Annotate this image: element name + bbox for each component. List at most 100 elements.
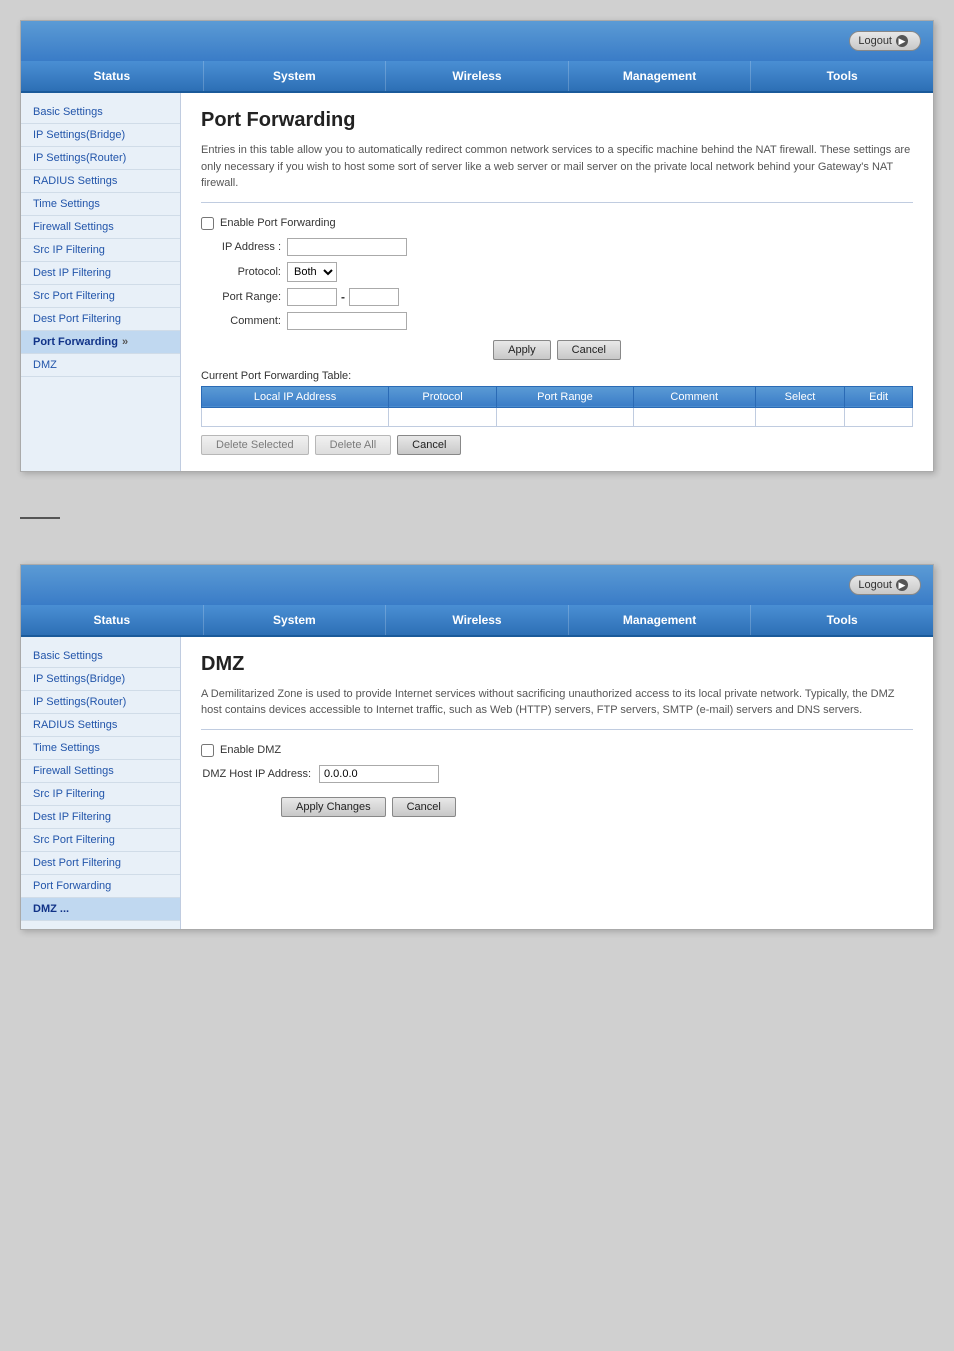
- sidebar-src-port-1[interactable]: Src Port Filtering: [21, 285, 180, 308]
- cancel-table-button[interactable]: Cancel: [397, 435, 461, 455]
- enable-port-forwarding-checkbox[interactable]: [201, 217, 214, 230]
- dmz-host-row: DMZ Host IP Address:: [201, 765, 913, 783]
- sidebar-dest-ip-2[interactable]: Dest IP Filtering: [21, 806, 180, 829]
- port-range-start-input[interactable]: [287, 288, 337, 306]
- sidebar-firewall-1[interactable]: Firewall Settings: [21, 216, 180, 239]
- enable-port-forwarding-label: Enable Port Forwarding: [220, 217, 336, 229]
- apply-button-1[interactable]: Apply: [493, 340, 551, 360]
- nav-system-2[interactable]: System: [204, 605, 387, 635]
- sidebar-src-port-2[interactable]: Src Port Filtering: [21, 829, 180, 852]
- nav-bar-1: Status System Wireless Management Tools: [21, 61, 933, 93]
- page-desc-2: A Demilitarized Zone is used to provide …: [201, 686, 913, 730]
- sidebar-dmz-1[interactable]: DMZ: [21, 354, 180, 377]
- enable-dmz-checkbox[interactable]: [201, 744, 214, 757]
- protocol-label: Protocol:: [201, 266, 281, 278]
- col-port-range: Port Range: [497, 386, 634, 407]
- delete-selected-button[interactable]: Delete Selected: [201, 435, 309, 455]
- panel-header-1: Logout ▶: [21, 21, 933, 61]
- nav-management-1[interactable]: Management: [569, 61, 752, 91]
- page-desc-1: Entries in this table allow you to autom…: [201, 142, 913, 203]
- sidebar-dest-ip-1[interactable]: Dest IP Filtering: [21, 262, 180, 285]
- form-btn-row-2: Apply Changes Cancel: [201, 797, 913, 817]
- port-range-label: Port Range:: [201, 291, 281, 303]
- panel-body-2: Basic Settings IP Settings(Bridge) IP Se…: [21, 637, 933, 929]
- cancel-button-2[interactable]: Cancel: [392, 797, 456, 817]
- logout-label-2: Logout: [858, 579, 892, 591]
- port-range-end-input[interactable]: [349, 288, 399, 306]
- main-content-2: DMZ A Demilitarized Zone is used to prov…: [181, 637, 933, 929]
- sidebar-firewall-2[interactable]: Firewall Settings: [21, 760, 180, 783]
- col-edit: Edit: [845, 386, 913, 407]
- port-forwarding-table: Local IP Address Protocol Port Range Com…: [201, 386, 913, 427]
- table-section-1: Current Port Forwarding Table: Local IP …: [201, 370, 913, 455]
- ip-address-input[interactable]: [287, 238, 407, 256]
- comment-label: Comment:: [201, 315, 281, 327]
- page-title-2: DMZ: [201, 653, 913, 676]
- sidebar-ip-router-2[interactable]: IP Settings(Router): [21, 691, 180, 714]
- sidebar-port-forwarding-2[interactable]: Port Forwarding: [21, 875, 180, 898]
- dmz-host-input[interactable]: [319, 765, 439, 783]
- enable-dmz-row: Enable DMZ: [201, 744, 913, 757]
- panel-body-1: Basic Settings IP Settings(Bridge) IP Se…: [21, 93, 933, 471]
- apply-changes-button[interactable]: Apply Changes: [281, 797, 386, 817]
- protocol-select[interactable]: Both TCP UDP: [287, 262, 337, 282]
- sidebar-ip-router-1[interactable]: IP Settings(Router): [21, 147, 180, 170]
- port-range-inputs: -: [287, 288, 399, 306]
- enable-checkbox-row-1: Enable Port Forwarding: [201, 217, 913, 230]
- sidebar-src-ip-2[interactable]: Src IP Filtering: [21, 783, 180, 806]
- ip-address-row: IP Address :: [201, 238, 913, 256]
- sidebar-ip-bridge-1[interactable]: IP Settings(Bridge): [21, 124, 180, 147]
- table-btn-row-1: Delete Selected Delete All Cancel: [201, 435, 913, 455]
- sidebar-basic-settings-1[interactable]: Basic Settings: [21, 101, 180, 124]
- nav-wireless-1[interactable]: Wireless: [386, 61, 569, 91]
- logout-button-2[interactable]: Logout ▶: [849, 575, 921, 595]
- nav-system-1[interactable]: System: [204, 61, 387, 91]
- port-dash: -: [341, 290, 345, 304]
- sidebar-radius-1[interactable]: RADIUS Settings: [21, 170, 180, 193]
- panel-header-2: Logout ▶: [21, 565, 933, 605]
- page-title-1: Port Forwarding: [201, 109, 913, 132]
- nav-tools-1[interactable]: Tools: [751, 61, 933, 91]
- sidebar-ip-bridge-2[interactable]: IP Settings(Bridge): [21, 668, 180, 691]
- col-local-ip: Local IP Address: [202, 386, 389, 407]
- comment-row: Comment:: [201, 312, 913, 330]
- nav-wireless-2[interactable]: Wireless: [386, 605, 569, 635]
- sidebar-radius-2[interactable]: RADIUS Settings: [21, 714, 180, 737]
- protocol-row: Protocol: Both TCP UDP: [201, 262, 913, 282]
- comment-input[interactable]: [287, 312, 407, 330]
- table-title-1: Current Port Forwarding Table:: [201, 370, 913, 382]
- delete-all-button[interactable]: Delete All: [315, 435, 391, 455]
- sidebar-dest-port-2[interactable]: Dest Port Filtering: [21, 852, 180, 875]
- ip-address-label: IP Address :: [201, 241, 281, 253]
- logout-button-1[interactable]: Logout ▶: [849, 31, 921, 51]
- sidebar-time-1[interactable]: Time Settings: [21, 193, 180, 216]
- nav-bar-2: Status System Wireless Management Tools: [21, 605, 933, 637]
- nav-management-2[interactable]: Management: [569, 605, 752, 635]
- dmz-panel: Logout ▶ Status System Wireless Manageme…: [20, 564, 934, 930]
- nav-status-2[interactable]: Status: [21, 605, 204, 635]
- port-range-row: Port Range: -: [201, 288, 913, 306]
- nav-status-1[interactable]: Status: [21, 61, 204, 91]
- table-row: [202, 407, 913, 426]
- dmz-host-label: DMZ Host IP Address:: [201, 768, 311, 780]
- divider: [20, 517, 60, 519]
- sidebar-src-ip-1[interactable]: Src IP Filtering: [21, 239, 180, 262]
- enable-dmz-label: Enable DMZ: [220, 744, 281, 756]
- logout-label-1: Logout: [858, 35, 892, 47]
- nav-tools-2[interactable]: Tools: [751, 605, 933, 635]
- sidebar-1: Basic Settings IP Settings(Bridge) IP Se…: [21, 93, 181, 471]
- logout-arrow-icon-2: ▶: [896, 579, 908, 591]
- sidebar-dmz-2[interactable]: DMZ ...: [21, 898, 180, 921]
- sidebar-port-forwarding-1[interactable]: Port Forwarding: [21, 331, 180, 354]
- port-forwarding-panel: Logout ▶ Status System Wireless Manageme…: [20, 20, 934, 472]
- col-select: Select: [755, 386, 845, 407]
- sidebar-basic-settings-2[interactable]: Basic Settings: [21, 645, 180, 668]
- sidebar-time-2[interactable]: Time Settings: [21, 737, 180, 760]
- col-protocol: Protocol: [389, 386, 497, 407]
- sidebar-2: Basic Settings IP Settings(Bridge) IP Se…: [21, 637, 181, 929]
- sidebar-dest-port-1[interactable]: Dest Port Filtering: [21, 308, 180, 331]
- form-btn-row-1: Apply Cancel: [201, 340, 913, 360]
- col-comment: Comment: [633, 386, 755, 407]
- logout-arrow-icon-1: ▶: [896, 35, 908, 47]
- cancel-button-1[interactable]: Cancel: [557, 340, 621, 360]
